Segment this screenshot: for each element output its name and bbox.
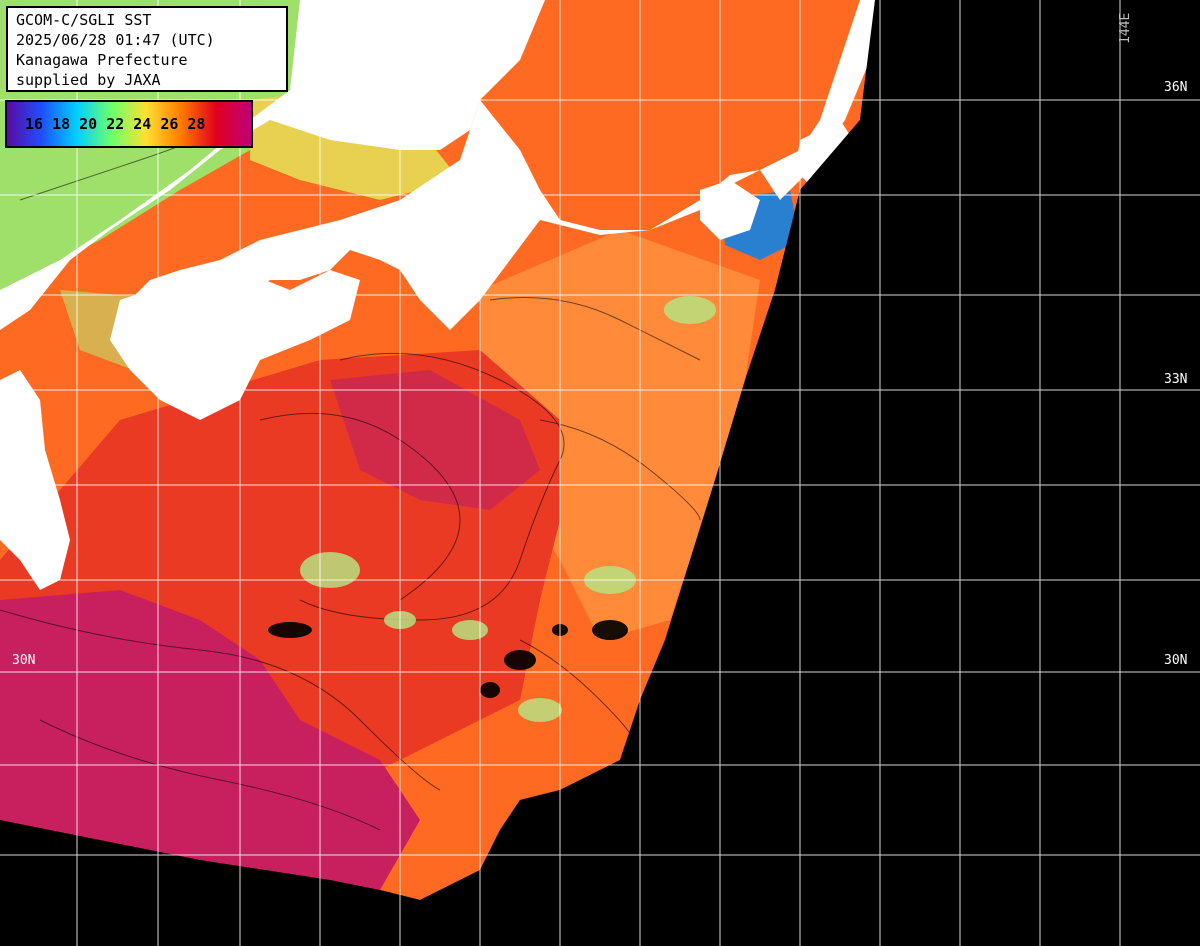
legend-tick: 22	[106, 115, 125, 133]
lat-label-30n-right: 30N	[1164, 653, 1188, 668]
legend-tick: 28	[187, 115, 206, 133]
sst-color-legend: 16 18 20 22 24 26 28	[5, 100, 253, 148]
lat-label-36n: 36N	[1164, 80, 1188, 95]
product-title: GCOM-C/SGLI SST	[16, 11, 152, 29]
region-name: Kanagawa Prefecture	[16, 51, 188, 69]
legend-tick: 26	[160, 115, 179, 133]
lat-label-30n-left: 30N	[12, 653, 36, 668]
observation-time: 2025/06/28 01:47 (UTC)	[16, 31, 215, 49]
legend-tick: 18	[52, 115, 71, 133]
legend-tick: 16	[25, 115, 44, 133]
lat-label-33n: 33N	[1164, 372, 1188, 387]
info-box: GCOM-C/SGLI SST 2025/06/28 01:47 (UTC) K…	[6, 6, 288, 92]
legend-tick: 24	[133, 115, 152, 133]
lon-label-144e: 144E	[1118, 12, 1133, 44]
legend-tick-labels: 16 18 20 22 24 26 28	[25, 115, 214, 133]
data-credit: supplied by JAXA	[16, 71, 161, 89]
legend-tick: 20	[79, 115, 98, 133]
